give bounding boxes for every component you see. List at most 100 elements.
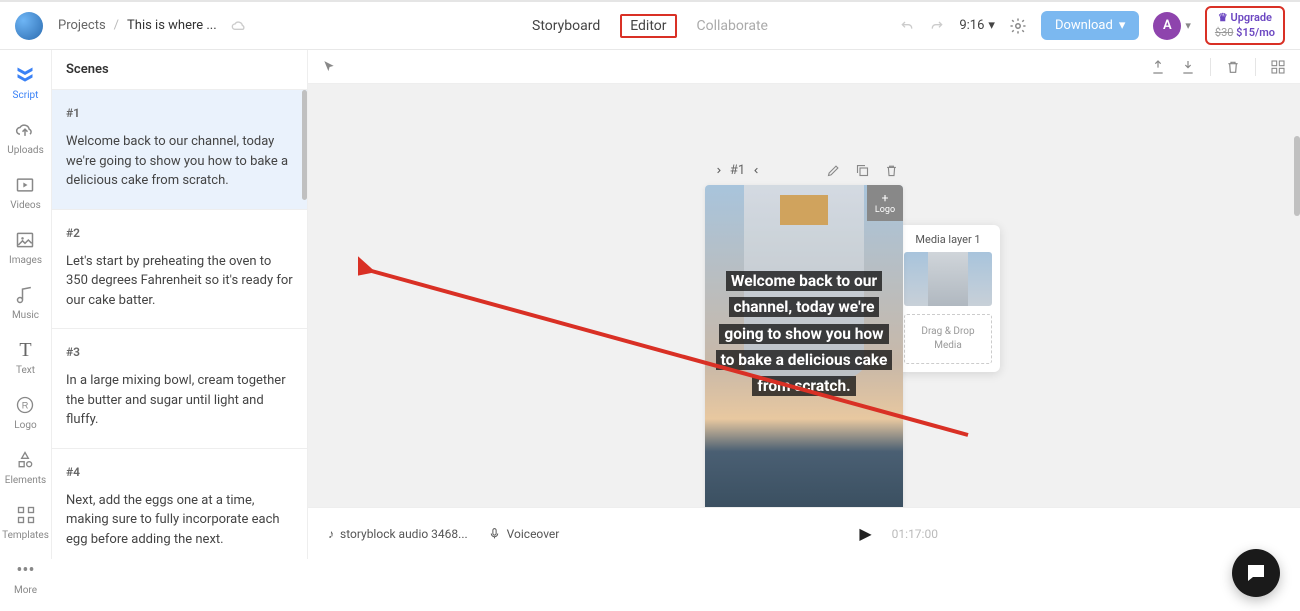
separator xyxy=(1210,58,1211,76)
rail-videos[interactable]: Videos xyxy=(10,174,41,211)
rail-text[interactable]: T Text xyxy=(15,339,37,376)
caption-text: Welcome back to our channel, today we're… xyxy=(716,271,893,396)
rail-videos-label: Videos xyxy=(10,200,41,211)
tab-editor[interactable]: Editor xyxy=(620,14,676,38)
rail-images-label: Images xyxy=(9,255,42,266)
chevron-down-icon: ▾ xyxy=(988,18,995,33)
scene-text: Welcome back to our channel, today we're… xyxy=(66,132,293,191)
avatar: A xyxy=(1153,12,1181,40)
scene-item[interactable]: #1 Welcome back to our channel, today we… xyxy=(52,90,307,210)
media-layer-thumb[interactable] xyxy=(904,252,992,306)
scene-item[interactable]: #3 In a large mixing bowl, cream togethe… xyxy=(52,329,307,449)
rail-music[interactable]: Music xyxy=(12,284,39,321)
scene-text: In a large mixing bowl, cream together t… xyxy=(66,371,293,430)
breadcrumb: Projects / This is where ... xyxy=(58,18,247,33)
scene-preview-card: Logo Welcome back to our channel, today … xyxy=(705,185,903,559)
export-down-icon[interactable] xyxy=(1180,59,1196,75)
rail-script[interactable]: Script xyxy=(13,64,39,101)
scenes-title: Scenes xyxy=(52,50,307,90)
mic-icon xyxy=(488,527,501,540)
scene-number: #1 xyxy=(66,104,293,122)
scene-preview[interactable]: Logo Welcome back to our channel, today … xyxy=(705,185,903,510)
export-up-icon[interactable] xyxy=(1150,59,1166,75)
chevron-down-icon: ▾ xyxy=(1119,18,1126,33)
top-header: Projects / This is where ... Storyboard … xyxy=(0,0,1300,50)
audio-track-chip[interactable]: ♪ storyblock audio 3468... xyxy=(328,527,468,541)
rail-elements[interactable]: Elements xyxy=(5,449,46,486)
upgrade-button[interactable]: ♛ Upgrade $30 $15/mo xyxy=(1205,6,1285,45)
tool-rail: Script Uploads Videos Images Music T Tex… xyxy=(0,50,52,559)
scene-text: Let's start by preheating the oven to 35… xyxy=(66,252,293,311)
next-scene-chevron-icon[interactable]: ⌃ xyxy=(753,165,768,176)
chat-fab[interactable] xyxy=(1232,549,1280,597)
rail-logo-label: Logo xyxy=(14,420,36,431)
rail-logo[interactable]: R Logo xyxy=(14,394,36,431)
logo-badge-label: Logo xyxy=(875,205,895,215)
user-menu[interactable]: A ▾ xyxy=(1153,12,1191,40)
scene-caption[interactable]: Welcome back to our channel, today we're… xyxy=(715,268,893,400)
breadcrumb-projects[interactable]: Projects xyxy=(58,18,106,33)
rail-text-label: Text xyxy=(16,365,35,376)
tab-collaborate[interactable]: Collaborate xyxy=(695,14,770,38)
redo-icon[interactable] xyxy=(929,18,945,34)
scene-number: #4 xyxy=(66,463,293,481)
chat-bubble-icon xyxy=(1244,561,1268,585)
rail-uploads-label: Uploads xyxy=(7,145,43,156)
copy-icon[interactable] xyxy=(855,163,870,178)
scene-item[interactable]: #4 Next, add the eggs one at a time, mak… xyxy=(52,449,307,560)
scrollbar[interactable] xyxy=(1294,136,1300,216)
media-drop-zone[interactable]: Drag & Drop Media xyxy=(904,314,992,364)
settings-gear-icon[interactable] xyxy=(1009,17,1027,35)
aspect-ratio-selector[interactable]: 9:16 ▾ xyxy=(959,18,995,33)
chevron-down-icon: ▾ xyxy=(1185,19,1191,32)
pointer-icon[interactable] xyxy=(322,60,336,74)
undo-icon[interactable] xyxy=(899,18,915,34)
top-tabs: Storyboard Editor Collaborate xyxy=(530,14,770,38)
scene-item[interactable]: #2 Let's start by preheating the oven to… xyxy=(52,210,307,330)
tab-storyboard[interactable]: Storyboard xyxy=(530,14,602,38)
crown-icon: ♛ xyxy=(1218,11,1228,24)
global-time: 01:17:00 xyxy=(892,527,938,541)
trash-icon[interactable] xyxy=(1225,59,1241,75)
canvas-toolbar xyxy=(308,50,1300,84)
rail-more-label: More xyxy=(14,585,37,596)
separator xyxy=(1255,58,1256,76)
media-layer-popover: Media layer 1 Drag & Drop Media xyxy=(896,225,1000,372)
voiceover-chip[interactable]: Voiceover xyxy=(488,527,560,541)
cloud-sync-icon xyxy=(231,20,247,32)
scenes-list[interactable]: #1 Welcome back to our channel, today we… xyxy=(52,90,307,559)
scene-number: #3 xyxy=(66,343,293,361)
media-layer-title: Media layer 1 xyxy=(904,233,992,246)
app-logo[interactable] xyxy=(15,12,43,40)
rail-elements-label: Elements xyxy=(5,475,46,486)
rail-script-label: Script xyxy=(13,90,39,101)
download-button[interactable]: Download ▾ xyxy=(1041,11,1139,40)
rail-templates[interactable]: Templates xyxy=(2,504,49,541)
breadcrumb-separator: / xyxy=(114,18,119,33)
video-icon xyxy=(14,174,36,196)
prev-scene-chevron-icon[interactable]: ⌃ xyxy=(707,165,722,176)
aspect-ratio-label: 9:16 xyxy=(959,18,984,33)
rail-uploads[interactable]: Uploads xyxy=(7,119,43,156)
scene-text: Next, add the eggs one at a time, making… xyxy=(66,491,293,550)
scene-card-wrap: ⌃ #1 ⌃ Logo Welcome back to our channel,… xyxy=(705,155,903,559)
scrollbar[interactable] xyxy=(302,90,307,200)
image-icon xyxy=(14,229,36,251)
header-actions: 9:16 ▾ Download ▾ A ▾ ♛ Upgrade $30 $15/… xyxy=(899,6,1285,45)
upload-cloud-icon xyxy=(14,119,36,141)
trash-icon[interactable] xyxy=(884,163,899,178)
scene-number: #2 xyxy=(66,224,293,242)
grid-view-icon[interactable] xyxy=(1270,59,1286,75)
upgrade-label: Upgrade xyxy=(1231,11,1272,24)
scenes-panel: Scenes #1 Welcome back to our channel, t… xyxy=(52,50,308,559)
text-icon: T xyxy=(15,339,37,361)
breadcrumb-title[interactable]: This is where ... xyxy=(127,18,217,33)
rail-images[interactable]: Images xyxy=(9,229,42,266)
svg-text:R: R xyxy=(22,400,29,410)
global-timeline-bar: ♪ storyblock audio 3468... Voiceover ▶ 0… xyxy=(308,507,1300,559)
edit-pencil-icon[interactable] xyxy=(826,163,841,178)
global-play-icon[interactable]: ▶ xyxy=(859,524,871,543)
rail-more[interactable]: ••• More xyxy=(14,559,37,596)
audio-track-label: storyblock audio 3468... xyxy=(340,527,468,541)
add-logo-badge[interactable]: Logo xyxy=(867,185,903,221)
